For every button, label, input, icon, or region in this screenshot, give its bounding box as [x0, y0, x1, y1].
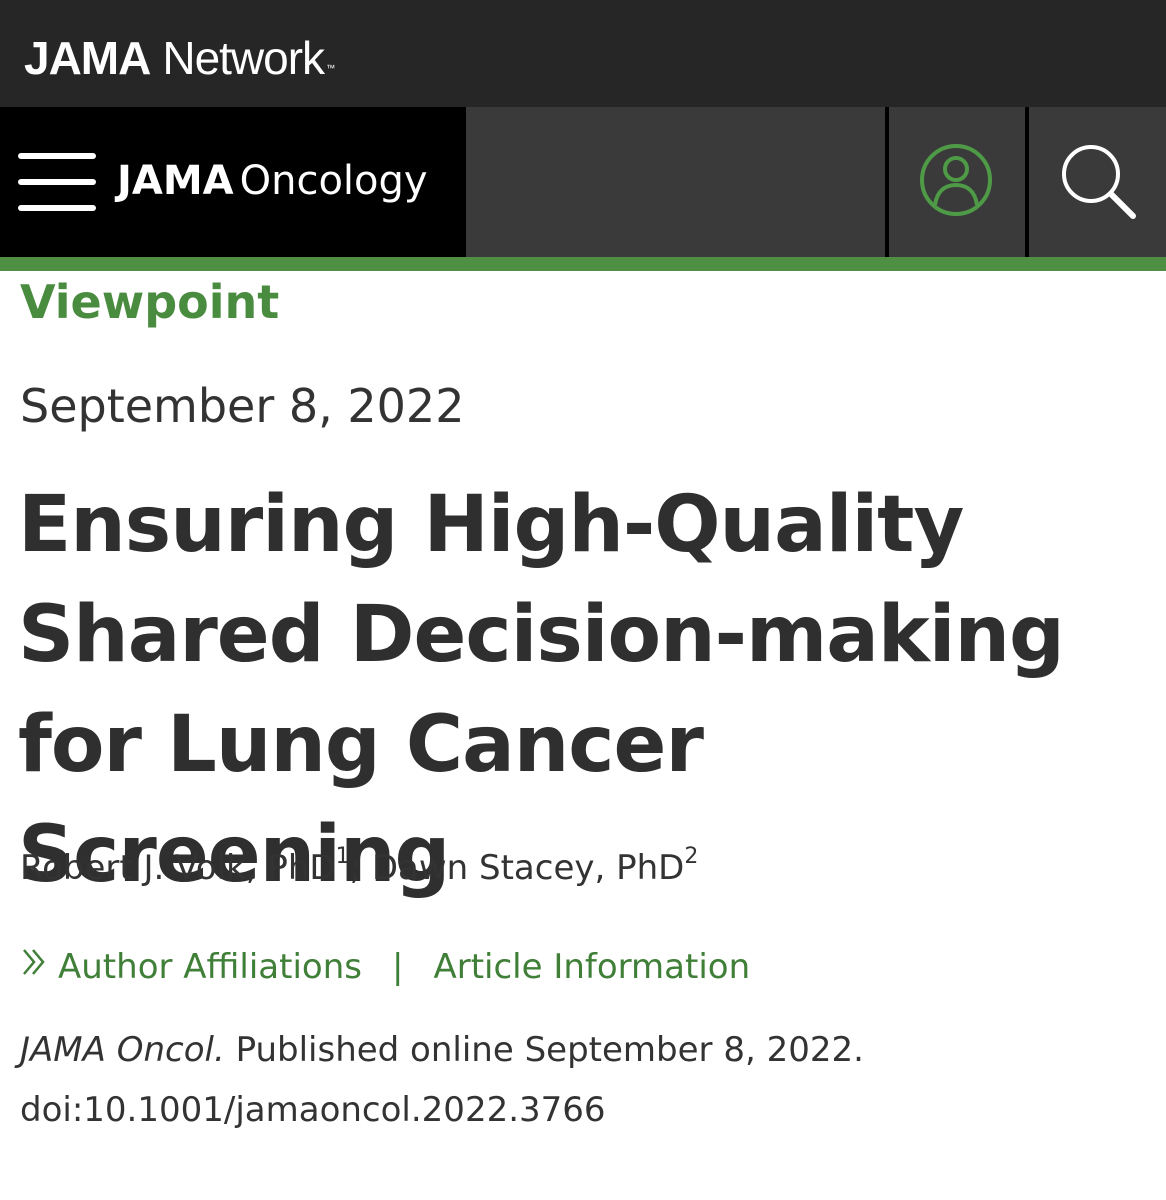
double-chevron-right-icon: [20, 941, 48, 991]
search-button[interactable]: [1029, 107, 1166, 257]
author-name[interactable]: Dawn Stacey, PhD: [372, 848, 685, 888]
network-logo-bold: JAMA: [24, 32, 151, 84]
user-account-icon: [920, 144, 992, 216]
journal-navbar: JAMA Oncology: [0, 107, 1166, 257]
publication-date: September 8, 2022: [20, 379, 465, 433]
citation: JAMA Oncol. Published online September 8…: [20, 1020, 864, 1140]
user-account-button[interactable]: [889, 107, 1025, 257]
published-online-text: Published online September 8, 2022.: [235, 1030, 864, 1070]
accent-rule: [0, 257, 1166, 271]
link-separator: |: [391, 947, 404, 987]
author-affiliation-marker[interactable]: 1: [336, 844, 350, 869]
author-list: Robert J. Volk, PhD1; Dawn Stacey, PhD2: [20, 840, 698, 896]
journal-title[interactable]: JAMA Oncology: [117, 153, 428, 209]
network-logo-regular: Network: [162, 32, 325, 84]
article-information-link[interactable]: Article Information: [433, 947, 750, 987]
search-icon: [1062, 145, 1136, 219]
hamburger-menu-icon[interactable]: [18, 153, 96, 211]
network-header: JAMA Network ™: [0, 0, 1166, 107]
journal-title-regular: Oncology: [239, 158, 428, 204]
article-type-label: Viewpoint: [20, 275, 280, 329]
journal-title-bold: JAMA: [117, 158, 234, 204]
author-separator: ;: [349, 848, 362, 888]
author-affiliations-link[interactable]: Author Affiliations: [58, 947, 362, 987]
jama-network-logo[interactable]: JAMA Network ™: [24, 30, 335, 86]
journal-brand-block: JAMA Oncology: [0, 107, 466, 257]
author-name[interactable]: Robert J. Volk, PhD: [20, 848, 336, 888]
citation-line: JAMA Oncol. Published online September 8…: [20, 1020, 864, 1080]
article-info-links: Author Affiliations | Article Information: [20, 942, 750, 994]
author-affiliation-marker[interactable]: 2: [684, 844, 698, 869]
doi[interactable]: doi:10.1001/jamaoncol.2022.3766: [20, 1080, 864, 1140]
network-logo-trademark: ™: [326, 63, 335, 73]
journal-abbreviation: JAMA Oncol.: [20, 1030, 225, 1070]
